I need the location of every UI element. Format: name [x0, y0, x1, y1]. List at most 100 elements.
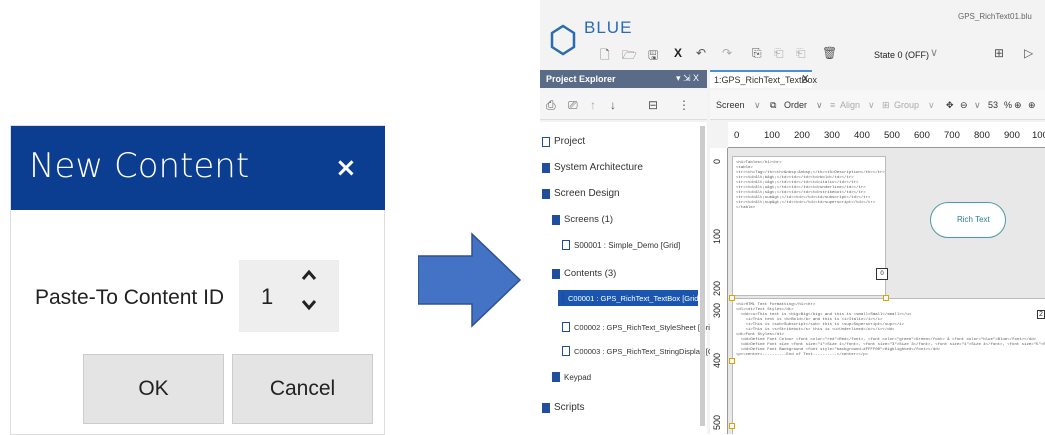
content-id-stepper[interactable]: 1: [239, 260, 339, 332]
ruler-v-tick: 500: [712, 414, 722, 430]
vertical-ruler: 0 100 200 300 400 500: [710, 148, 728, 434]
chevron-down-icon[interactable]: ∨: [974, 100, 981, 111]
chevron-down-icon[interactable]: ∨: [754, 100, 761, 111]
paste-special-icon[interactable]: ⎗: [796, 46, 806, 61]
paste-icon[interactable]: ⎗: [774, 46, 784, 61]
chevron-down-icon: ∨: [868, 100, 875, 110]
order-icon[interactable]: ⧉: [770, 100, 776, 111]
add-item-icon[interactable]: ⎙: [546, 98, 556, 113]
ruler-h-tick: 300: [824, 130, 840, 141]
copy-icon[interactable]: ⎘: [752, 46, 762, 61]
resize-handle[interactable]: [729, 295, 735, 301]
ruler-v-tick: 400: [712, 352, 722, 368]
properties-icon[interactable]: ⎚: [568, 98, 578, 113]
ruler-h-tick: 100: [764, 130, 780, 141]
folder-icon: [552, 372, 560, 382]
align-dropdown: Align: [840, 100, 861, 110]
app-brand: BLUE: [584, 18, 633, 37]
ruler-v-tick: 0: [712, 158, 722, 164]
html-formatting-source: <h1>HTML Text Formatting</h1><hr> <dl><d…: [736, 303, 1045, 357]
layout-icon[interactable]: ⊞: [994, 46, 1004, 60]
content-icon: [562, 346, 570, 356]
resize-handle[interactable]: [883, 295, 889, 301]
order-dropdown[interactable]: Order: [784, 100, 807, 110]
tree-item-contents[interactable]: Contents (3): [552, 268, 616, 279]
file-name: GPS_RichText01.blu: [958, 12, 1032, 21]
tree-item-scripts[interactable]: Scripts: [542, 402, 585, 413]
panel-pin-controls[interactable]: ▾ ⇲ X: [676, 73, 699, 84]
rich-text-formatting-content[interactable]: <h1>HTML Text Formatting</h1><hr> <dl><d…: [732, 298, 1045, 434]
ruler-h-tick: 600: [914, 130, 930, 141]
position-tag: 0: [876, 268, 888, 280]
ruler-h-tick: 700: [944, 130, 960, 141]
screen-design-icon: [542, 188, 550, 199]
tree-item-screen-design[interactable]: Screen Design: [542, 188, 620, 199]
dialog-header: New Content ×: [11, 126, 385, 210]
ruler-v-tick: 300: [712, 302, 722, 318]
move-down-icon[interactable]: ↓: [610, 98, 616, 112]
zoom-level[interactable]: 53: [988, 100, 998, 110]
resize-handle[interactable]: [729, 423, 735, 429]
zoom-out-icon[interactable]: ⊖: [960, 100, 968, 111]
chevron-down-icon[interactable]: ∨: [930, 46, 938, 59]
ruler-h-tick: 0: [734, 130, 740, 141]
close-icon[interactable]: ×: [335, 153, 357, 183]
stepper-value[interactable]: 1: [261, 284, 273, 310]
rich-text-shape[interactable]: Rich Text: [930, 202, 1006, 238]
cut-icon[interactable]: X: [674, 46, 682, 60]
play-icon[interactable]: ▷: [1024, 46, 1033, 60]
screen-icon: [562, 240, 570, 250]
chevron-down-icon[interactable]: [301, 298, 317, 312]
tree-item-c00003[interactable]: C00003 : GPS_RichText_StringDisplay [Gri: [562, 346, 718, 356]
save-icon[interactable]: 🖫: [648, 46, 658, 67]
redo-icon[interactable]: ↷: [722, 46, 732, 60]
screen-dropdown[interactable]: Screen: [716, 100, 745, 110]
cancel-button[interactable]: Cancel: [232, 354, 373, 424]
tree-item-s00001[interactable]: S00001 : Simple_Demo [Grid]: [562, 240, 680, 250]
tab-gps-richtext-textbox[interactable]: 1:GPS_RichText_TextBox X: [710, 70, 817, 88]
tree-item-c00002[interactable]: C00002 : GPS_RichText_StyleSheet [Grid]: [562, 322, 716, 332]
chevron-down-icon[interactable]: ∨: [816, 100, 823, 111]
zoom-fit-icon[interactable]: ⊕: [1028, 100, 1036, 111]
right-arrow-icon: [418, 232, 522, 328]
tree-item-system-architecture[interactable]: System Architecture: [542, 162, 643, 173]
tree-scrollbar[interactable]: [700, 126, 705, 426]
project-explorer-toolbar: ⎙ ⎚ ↑ ↓ ⊟ ⋮: [540, 90, 707, 120]
undo-icon[interactable]: ↶: [696, 46, 706, 60]
more-options-icon[interactable]: ⋮: [678, 98, 690, 112]
rich-text-table-content[interactable]: <h1>Tables</h1><hr> <table> <tr><th>Tag<…: [732, 156, 886, 296]
project-explorer-title: Project Explorer: [546, 74, 616, 84]
design-canvas[interactable]: <h1>Tables</h1><hr> <table> <tr><th>Tag<…: [728, 148, 1045, 434]
tree-item-project[interactable]: Project: [542, 136, 585, 147]
delete-icon[interactable]: 🗑: [822, 46, 837, 60]
tab-close-icon[interactable]: X: [802, 74, 809, 85]
ruler-h-tick: 200: [794, 130, 810, 141]
rich-text-shape-label: Rich Text: [957, 215, 990, 224]
open-file-icon[interactable]: 🗁: [622, 46, 637, 67]
resize-handle[interactable]: [729, 358, 735, 364]
pan-icon[interactable]: ✥: [946, 100, 954, 111]
ruler-h-tick: 100: [1032, 130, 1045, 141]
folder-icon: [552, 214, 560, 225]
new-content-dialog: New Content × Paste-To Content ID 1 OK C…: [10, 125, 385, 435]
paste-to-content-id-label: Paste-To Content ID: [35, 286, 225, 309]
state-selector[interactable]: State 0 (OFF): [874, 50, 929, 60]
chevron-up-icon[interactable]: [301, 268, 317, 282]
tree-item-c00001[interactable]: C00001 : GPS_RichText_TextBox [Grid]: [558, 290, 701, 306]
tree-item-keypad[interactable]: Keypad: [552, 372, 591, 382]
tree-item-screens[interactable]: Screens (1): [552, 214, 613, 225]
zoom-in-icon[interactable]: ⊕: [1014, 100, 1022, 111]
ruler-h-tick: 900: [1004, 130, 1020, 141]
html-table-source: <h1>Tables</h1><hr> <table> <tr><th>Tag<…: [736, 161, 885, 210]
dialog-title: New Content: [29, 146, 250, 186]
content-icon: [562, 322, 570, 332]
folder-icon: [552, 268, 560, 279]
ok-button[interactable]: OK: [83, 354, 224, 424]
blue-logo-icon: [550, 24, 576, 56]
architecture-icon: [542, 162, 550, 173]
move-up-icon[interactable]: ↑: [590, 98, 596, 112]
collapse-icon[interactable]: ⊟: [648, 98, 658, 112]
ruler-v-tick: 200: [712, 280, 722, 296]
zoom-unit: %: [1004, 100, 1013, 110]
new-file-icon[interactable]: 🗋: [600, 46, 610, 67]
